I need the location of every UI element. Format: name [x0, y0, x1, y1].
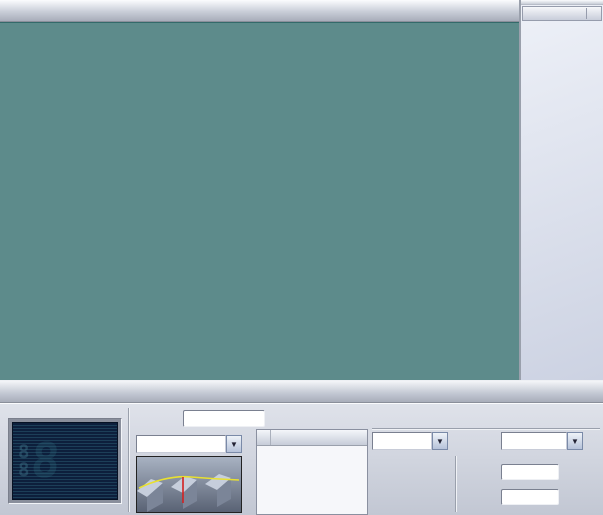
table-header: [257, 430, 367, 446]
value-column-header: [271, 430, 367, 445]
viewport-3d[interactable]: [0, 22, 519, 380]
led-ghost-digit: 8: [29, 433, 62, 489]
feature-toolbar: [0, 380, 603, 403]
feature-tree: [521, 24, 603, 381]
tooth-counter-display: 88 8: [8, 418, 122, 504]
flank-select[interactable]: ▼: [372, 432, 448, 450]
diameter-pick-icon[interactable]: [583, 488, 602, 507]
d-edge-input[interactable]: [501, 464, 559, 480]
probe-select[interactable]: ▼: [501, 432, 583, 450]
gear-measure-panel: 88 8 ▼: [0, 403, 603, 515]
lead-measure-preview: [136, 456, 242, 513]
tree-header[interactable]: [522, 6, 602, 21]
feature-tree-panel: [519, 0, 603, 381]
flank-select-value: [372, 432, 432, 450]
sidebar-top-strip: [521, 0, 603, 5]
chevron-down-icon[interactable]: ▼: [226, 435, 242, 453]
chevron-down-icon[interactable]: ▼: [432, 432, 448, 450]
measure-mode-select[interactable]: ▼: [136, 435, 242, 453]
name-input[interactable]: [183, 410, 265, 427]
measured-values-table[interactable]: [256, 429, 368, 515]
header-divider: [586, 8, 587, 19]
panel-divider: [455, 456, 457, 512]
diameter-input[interactable]: [501, 489, 559, 505]
chevron-down-icon[interactable]: ▼: [567, 432, 583, 450]
led-dim-digits: 88: [18, 443, 29, 479]
probe-qualify-icon[interactable]: [478, 432, 497, 451]
tabs-baseline: [372, 428, 600, 430]
main-toolbar: [0, 0, 603, 22]
diameter-probe-icon[interactable]: [563, 488, 582, 507]
refresh-d-icon[interactable]: [587, 430, 603, 449]
d-edge-edit-icon[interactable]: [583, 463, 602, 482]
cmm-measurement-app: 88 8 ▼: [0, 0, 603, 515]
measure-mode-value: [136, 435, 226, 453]
d-edge-probe-icon[interactable]: [563, 463, 582, 482]
probe-config-icon[interactable]: [456, 432, 475, 451]
probe-select-value: [501, 432, 567, 450]
gear-3d-model[interactable]: [0, 23, 519, 381]
panel-divider: [128, 408, 130, 512]
